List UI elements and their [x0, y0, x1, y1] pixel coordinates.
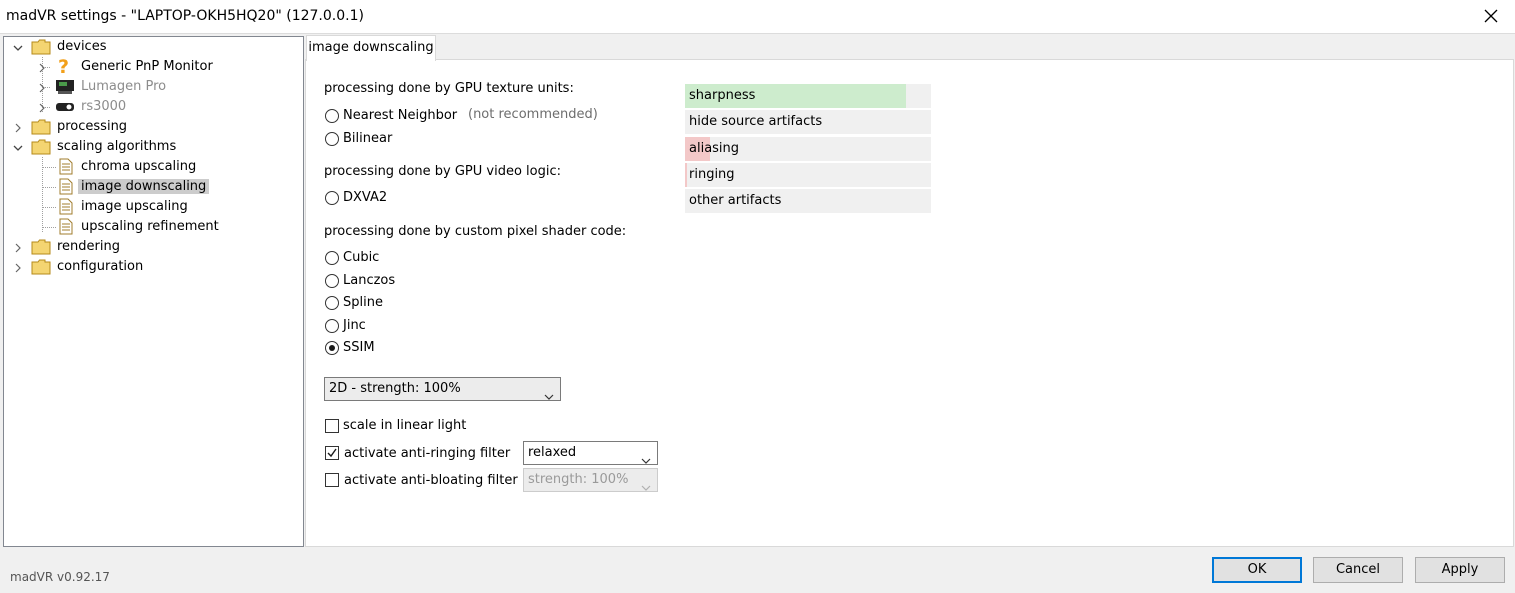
folder-icon	[31, 119, 51, 139]
cancel-button[interactable]: Cancel	[1313, 557, 1403, 583]
projector-icon	[55, 101, 75, 117]
svg-text:?: ?	[58, 56, 69, 76]
radio-lanczos[interactable]	[325, 274, 339, 288]
quality-bar-row: other artifacts	[685, 189, 931, 214]
strength-select[interactable]: 2D - strength: 100%	[324, 377, 561, 401]
quality-bar-row: ringing	[685, 162, 931, 187]
question-mark-icon: ?	[55, 56, 75, 80]
quality-bar-label: other artifacts	[689, 193, 782, 209]
chevron-right-icon[interactable]	[37, 102, 47, 113]
anti-ringing-select[interactable]: relaxed	[523, 441, 658, 465]
option-label-dxva2[interactable]: DXVA2	[343, 190, 387, 205]
checkbox-linear-light[interactable]	[325, 419, 339, 433]
page-icon	[59, 158, 73, 179]
tree-item-lumagen-pro[interactable]: Lumagen Pro	[78, 78, 169, 96]
strength-select-value: 2D - strength: 100%	[329, 381, 461, 396]
quality-bar-fill	[685, 162, 688, 187]
anti-bloating-select-value: strength: 100%	[528, 472, 629, 487]
page-icon	[59, 178, 73, 199]
checkmark-icon	[327, 448, 337, 458]
option-label-bilinear[interactable]: Bilinear	[343, 131, 392, 146]
tree-item-rs3000[interactable]: rs3000	[78, 98, 129, 116]
quality-bar-row: hide source artifacts	[685, 110, 931, 135]
section-label-pixel-shader: processing done by custom pixel shader c…	[324, 224, 627, 239]
chevron-right-icon[interactable]	[37, 62, 47, 73]
radio-ssim[interactable]	[325, 341, 339, 355]
tree-item-image-upscaling[interactable]: image upscaling	[78, 198, 191, 216]
folder-icon	[31, 259, 51, 279]
radio-nearest-neighbor[interactable]	[325, 109, 339, 123]
option-label-cubic[interactable]: Cubic	[343, 250, 379, 265]
tree-item-chroma-upscaling[interactable]: chroma upscaling	[78, 158, 199, 176]
radio-dxva2[interactable]	[325, 191, 339, 205]
tree-item-devices[interactable]: devices	[54, 38, 109, 56]
tree-item-configuration[interactable]: configuration	[54, 258, 146, 276]
checkbox-label-anti-bloating[interactable]: activate anti-bloating filter	[344, 473, 518, 488]
radio-cubic[interactable]	[325, 251, 339, 265]
chevron-right-icon[interactable]	[13, 262, 23, 273]
chevron-right-icon[interactable]	[13, 242, 23, 253]
title-bar: madVR settings - "LAPTOP-OKH5HQ20" (127.…	[0, 0, 1515, 34]
anti-ringing-select-value: relaxed	[528, 445, 577, 460]
checkbox-anti-bloating[interactable]	[325, 473, 339, 487]
chevron-right-icon[interactable]	[13, 122, 23, 133]
chevron-down-icon[interactable]	[13, 42, 23, 52]
quality-bar-label: ringing	[689, 166, 735, 182]
window-title: madVR settings - "LAPTOP-OKH5HQ20" (127.…	[6, 8, 364, 24]
chevron-down-icon[interactable]	[13, 142, 23, 152]
tree-item-upscaling-refinement[interactable]: upscaling refinement	[78, 218, 222, 236]
quality-bar-label: sharpness	[689, 88, 756, 103]
checkbox-anti-ringing[interactable]	[325, 446, 339, 460]
checkbox-label-anti-ringing[interactable]: activate anti-ringing filter	[344, 446, 510, 461]
tree-item-rendering[interactable]: rendering	[54, 238, 123, 256]
tab-image-downscaling[interactable]: image downscaling	[306, 35, 436, 61]
radio-bilinear[interactable]	[325, 132, 339, 146]
option-label-lanczos[interactable]: Lanczos	[343, 273, 395, 288]
option-label-nearest-neighbor[interactable]: Nearest Neighbor	[343, 108, 457, 123]
radio-jinc[interactable]	[325, 319, 339, 333]
quality-bar-row: aliasing	[685, 136, 931, 161]
folder-icon	[31, 139, 51, 159]
quality-bar-row: sharpness	[685, 84, 931, 108]
chevron-right-icon[interactable]	[37, 82, 47, 93]
checkbox-label-linear-light[interactable]: scale in linear light	[343, 418, 466, 433]
radio-spline[interactable]	[325, 296, 339, 310]
tree-item-generic-pnp-monitor[interactable]: Generic PnP Monitor	[78, 58, 216, 76]
quality-bar-label: hide source artifacts	[689, 114, 823, 130]
quality-bars: sharpness hide source artifacts aliasing ri…	[685, 84, 931, 215]
settings-tree[interactable]: devices ? Generic PnP Monitor Lumagen Pr…	[3, 36, 304, 547]
folder-icon	[31, 239, 51, 259]
anti-bloating-select[interactable]: strength: 100%	[523, 468, 658, 492]
option-label-jinc[interactable]: Jinc	[343, 318, 366, 333]
tree-item-scaling-algorithms[interactable]: scaling algorithms	[54, 138, 179, 156]
page-icon	[59, 218, 73, 239]
not-recommended-hint: (not recommended)	[468, 107, 598, 122]
page-icon	[59, 198, 73, 219]
apply-button[interactable]: Apply	[1415, 557, 1505, 583]
version-label: madVR v0.92.17	[10, 570, 110, 584]
option-label-spline[interactable]: Spline	[343, 295, 383, 310]
quality-bar-label: aliasing	[689, 140, 740, 156]
option-label-ssim[interactable]: SSIM	[343, 340, 375, 355]
video-processor-icon	[55, 79, 75, 99]
chevron-down-icon	[641, 477, 651, 499]
tree-item-image-downscaling[interactable]: image downscaling	[78, 178, 210, 196]
section-label-texture-units: processing done by GPU texture units:	[324, 81, 574, 96]
section-label-video-logic: processing done by GPU video logic:	[324, 164, 562, 179]
tree-item-processing[interactable]: processing	[54, 118, 130, 136]
folder-icon	[31, 39, 51, 59]
close-icon[interactable]	[1481, 6, 1501, 26]
chevron-down-icon	[544, 386, 554, 408]
ok-button[interactable]: OK	[1212, 557, 1302, 583]
